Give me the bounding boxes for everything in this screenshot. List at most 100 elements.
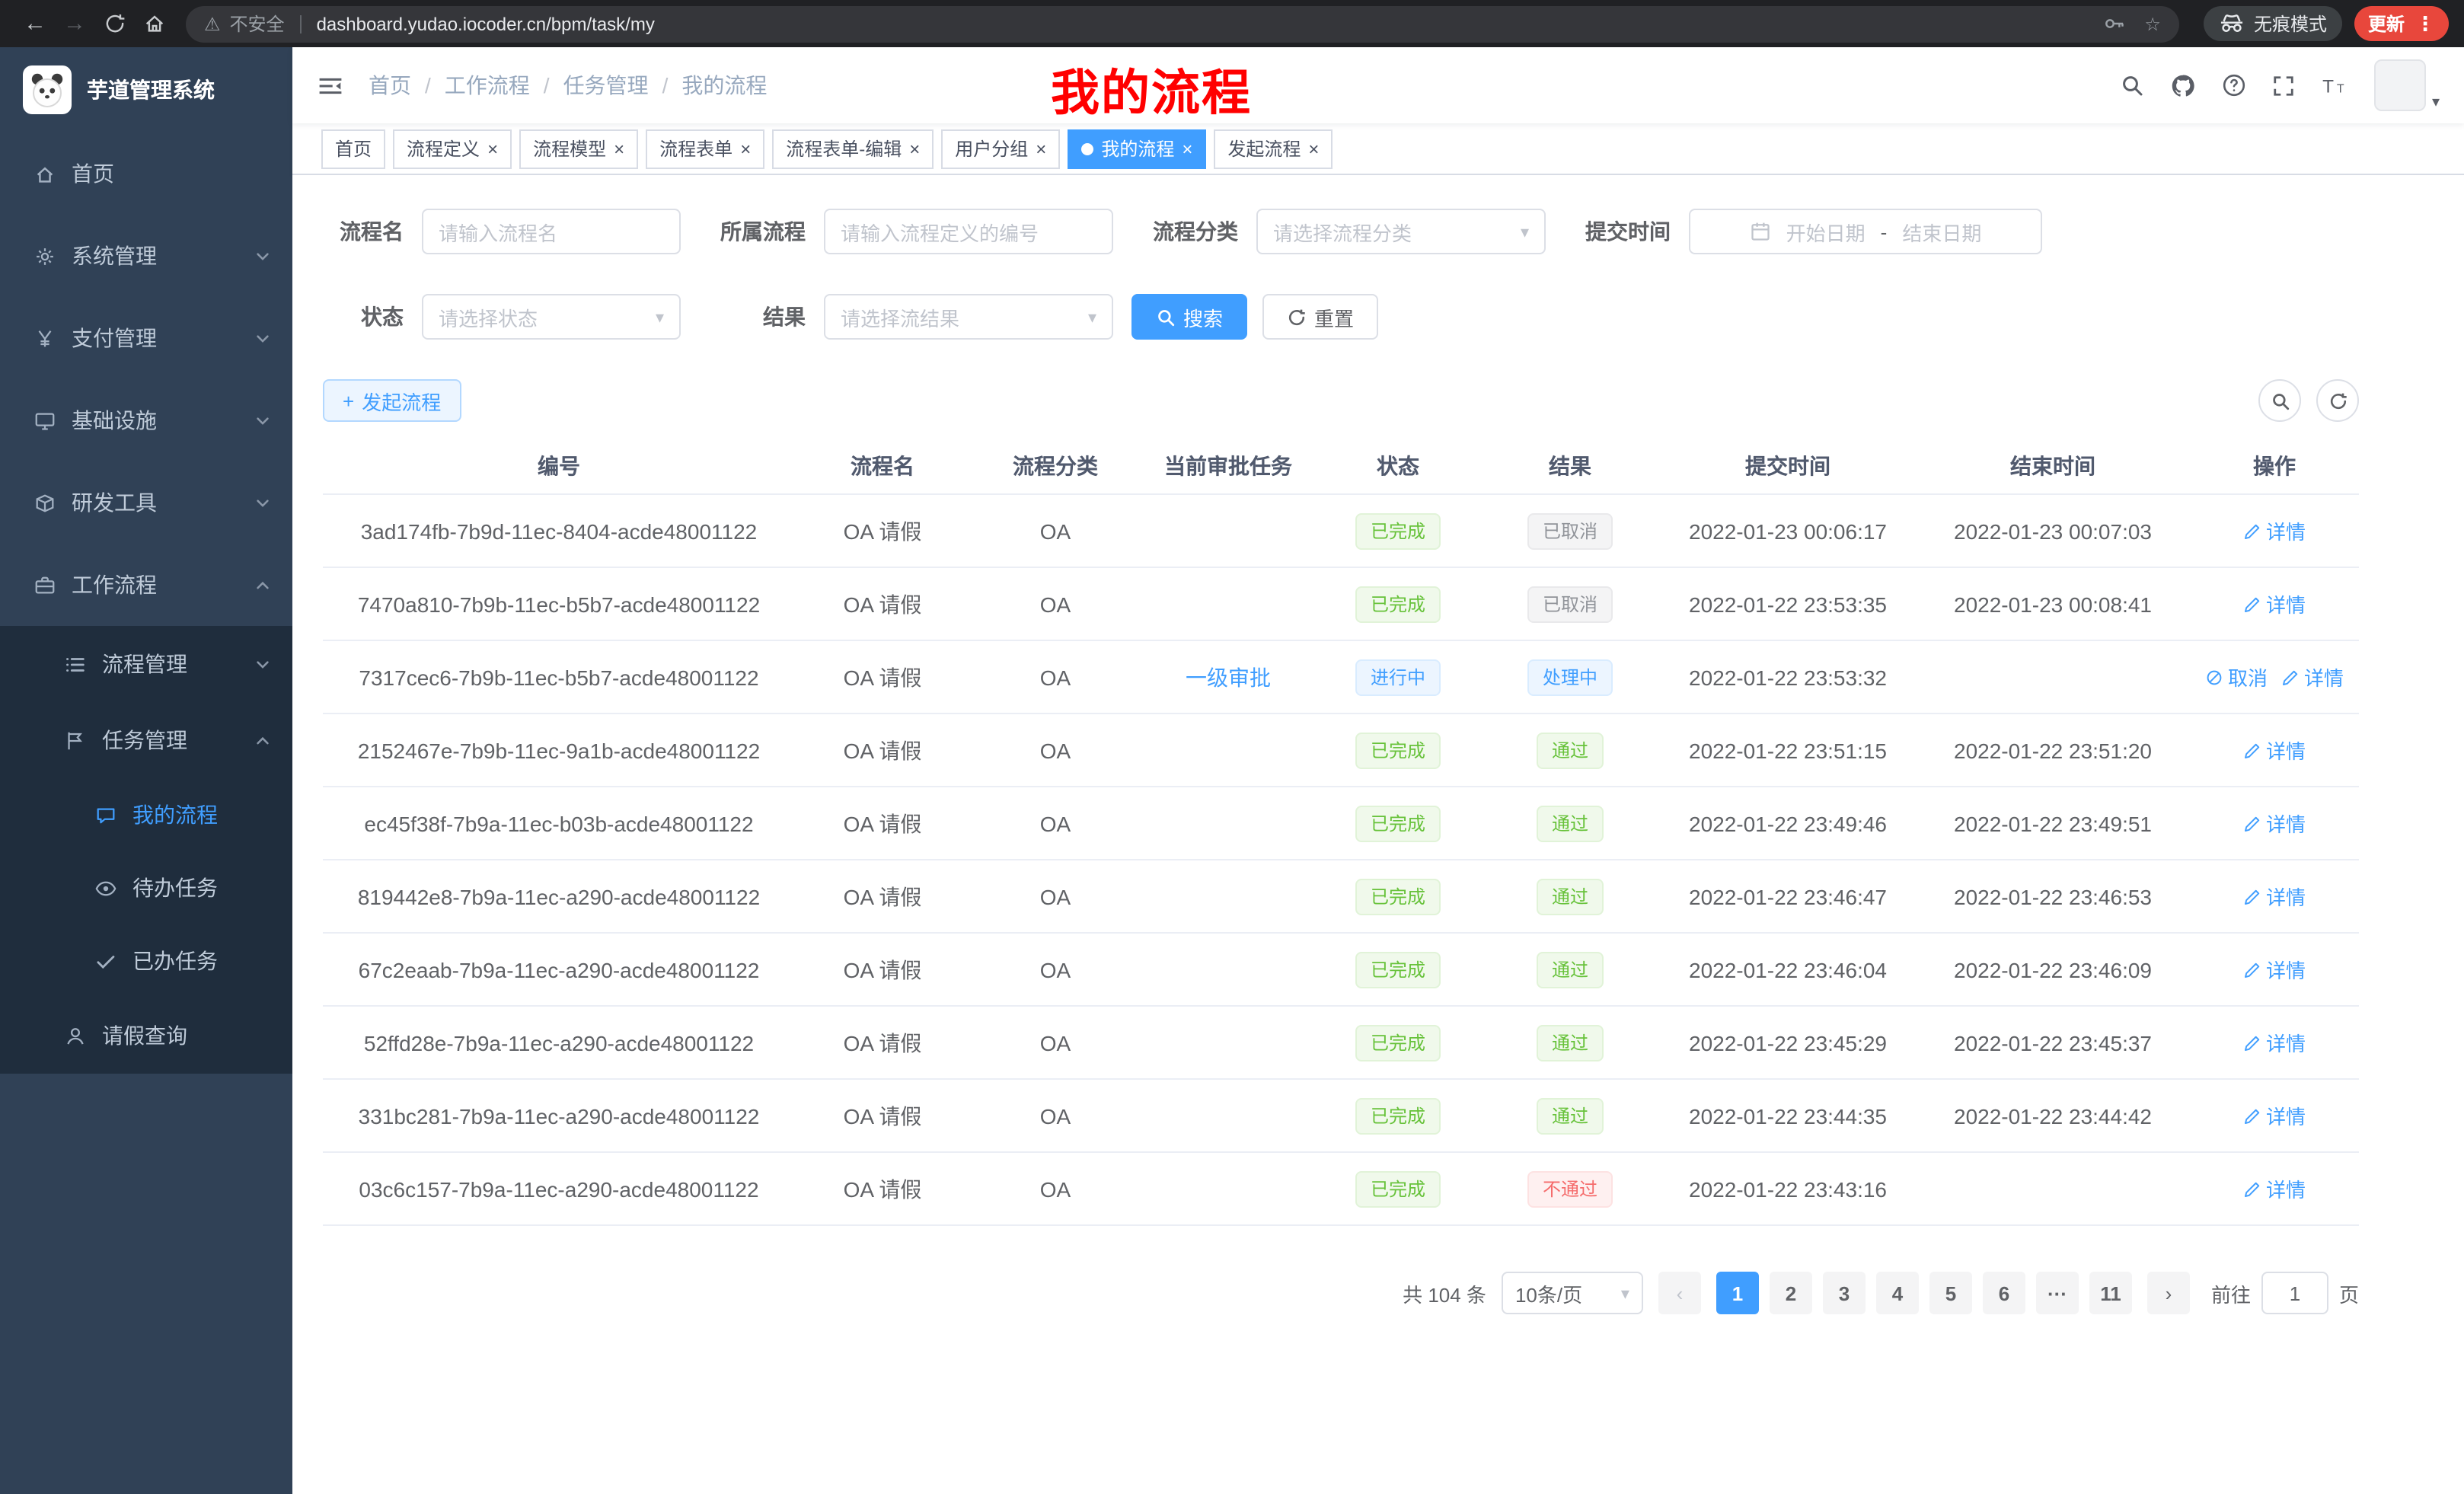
- column-header-2: 流程名: [795, 450, 970, 480]
- github-icon[interactable]: [2170, 72, 2196, 98]
- page-button-4[interactable]: 4: [1876, 1272, 1919, 1314]
- tab-7[interactable]: 我的流程 ×: [1068, 129, 1206, 168]
- refresh-button[interactable]: [2316, 379, 2359, 422]
- search-icon: [1156, 307, 1176, 327]
- row-submit-time: 2022-01-22 23:45:29: [1689, 1030, 1887, 1055]
- sidebar-item-3[interactable]: 支付管理: [0, 297, 292, 379]
- breadcrumb-item-3[interactable]: 任务管理: [563, 70, 649, 101]
- page-button-11[interactable]: 11: [2089, 1272, 2132, 1314]
- address-bar[interactable]: ⚠ 不安全 dashboard.yudao.iocoder.cn/bpm/tas…: [186, 5, 2179, 42]
- status-badge: 已完成: [1355, 1024, 1441, 1061]
- detail-link[interactable]: 详情: [2281, 662, 2344, 691]
- tab-4[interactable]: 流程表单 ×: [646, 129, 764, 168]
- sidebar-item-9[interactable]: 我的流程: [0, 778, 292, 851]
- breadcrumb-item-1[interactable]: 首页: [369, 70, 411, 101]
- date-range-picker[interactable]: 开始日期 - 结束日期: [1689, 209, 2042, 254]
- row-end-time: 2022-01-22 23:51:20: [1954, 738, 2152, 762]
- sidebar-item-12[interactable]: 请假查询: [0, 998, 292, 1074]
- row-id: 3ad174fb-7b9d-11ec-8404-acde48001122: [361, 519, 758, 543]
- detail-link[interactable]: 详情: [2243, 589, 2306, 618]
- close-icon[interactable]: ×: [909, 139, 920, 158]
- close-icon[interactable]: ×: [614, 139, 624, 158]
- close-icon[interactable]: ×: [1182, 139, 1192, 158]
- close-icon[interactable]: ×: [740, 139, 751, 158]
- sidebar-item-2[interactable]: 系统管理: [0, 215, 292, 297]
- page-button-5[interactable]: 5: [1929, 1272, 1972, 1314]
- search-icon[interactable]: [2120, 73, 2144, 97]
- sidebar-item-4[interactable]: 基础设施: [0, 379, 292, 461]
- result-badge: 通过: [1537, 1097, 1604, 1134]
- page-button-2[interactable]: 2: [1770, 1272, 1812, 1314]
- parent-process-input[interactable]: 请输入流程定义的编号: [824, 209, 1113, 254]
- detail-link[interactable]: 详情: [2243, 1174, 2306, 1203]
- detail-link[interactable]: 详情: [2243, 1028, 2306, 1057]
- tab-6[interactable]: 用户分组 ×: [941, 129, 1060, 168]
- page-button-6[interactable]: 6: [1983, 1272, 2025, 1314]
- sidebar-item-11[interactable]: 已办任务: [0, 924, 292, 998]
- cancel-link[interactable]: 取消: [2205, 662, 2268, 691]
- font-size-icon[interactable]: TT: [2321, 74, 2348, 97]
- sidebar-item-5[interactable]: 研发工具: [0, 461, 292, 544]
- hamburger-icon[interactable]: [317, 74, 344, 97]
- update-button[interactable]: 更新 ⋮: [2354, 6, 2449, 41]
- page-size-select[interactable]: 10条/页 ▾: [1502, 1272, 1643, 1314]
- start-process-button[interactable]: + 发起流程: [323, 379, 461, 422]
- table-header: 编号流程名流程分类当前审批任务状态结果提交时间结束时间操作: [323, 437, 2359, 495]
- sidebar-item-10[interactable]: 待办任务: [0, 851, 292, 924]
- tab-5[interactable]: 流程表单-编辑 ×: [772, 129, 934, 168]
- search-button[interactable]: 搜索: [1131, 294, 1247, 340]
- bookmark-star-icon[interactable]: ☆: [2144, 13, 2161, 34]
- search-toggle-button[interactable]: [2258, 379, 2301, 422]
- category-select[interactable]: 请选择流程分类 ▾: [1256, 209, 1546, 254]
- key-icon[interactable]: [2103, 12, 2126, 35]
- sidebar-item-7[interactable]: 流程管理: [0, 626, 292, 702]
- app-logo-row[interactable]: 芋道管理系统: [0, 47, 292, 132]
- forward-arrow-icon[interactable]: →: [55, 4, 94, 43]
- status-badge: 已完成: [1355, 732, 1441, 768]
- table-row: 331bc281-7b9a-11ec-a290-acde48001122 OA …: [323, 1080, 2359, 1153]
- warning-icon: ⚠: [204, 13, 221, 34]
- more-pages-button[interactable]: ···: [2036, 1272, 2079, 1314]
- process-name-input[interactable]: 请输入流程名: [422, 209, 681, 254]
- detail-link[interactable]: 详情: [2243, 955, 2306, 984]
- detail-link[interactable]: 详情: [2243, 809, 2306, 838]
- fullscreen-icon[interactable]: [2272, 74, 2295, 97]
- prev-page-button[interactable]: ‹: [1658, 1272, 1701, 1314]
- user-avatar[interactable]: ▾: [2374, 59, 2440, 111]
- tab-1[interactable]: 首页: [321, 129, 385, 168]
- detail-link[interactable]: 详情: [2243, 736, 2306, 765]
- reload-icon[interactable]: [94, 4, 134, 43]
- detail-link[interactable]: 详情: [2243, 516, 2306, 545]
- tab-8[interactable]: 发起流程 ×: [1214, 129, 1333, 168]
- back-arrow-icon[interactable]: ←: [15, 4, 55, 43]
- sidebar-item-8[interactable]: 任务管理: [0, 702, 292, 778]
- page-button-3[interactable]: 3: [1823, 1272, 1866, 1314]
- row-current-task-link[interactable]: 一级审批: [1186, 662, 1271, 692]
- breadcrumb-item-2[interactable]: 工作流程: [445, 70, 530, 101]
- tab-2[interactable]: 流程定义 ×: [393, 129, 512, 168]
- status-select[interactable]: 请选择状态 ▾: [422, 294, 681, 340]
- edit-icon: [2243, 595, 2261, 613]
- home-icon[interactable]: [134, 4, 174, 43]
- close-icon[interactable]: ×: [1036, 139, 1046, 158]
- more-menu-icon[interactable]: ⋮: [2415, 11, 2435, 36]
- detail-link[interactable]: 详情: [2243, 882, 2306, 911]
- page-button-1[interactable]: 1: [1716, 1272, 1759, 1314]
- chevron-down-icon: ▾: [1621, 1283, 1629, 1303]
- reset-button[interactable]: 重置: [1262, 294, 1378, 340]
- close-icon[interactable]: ×: [1308, 139, 1319, 158]
- sidebar-item-1[interactable]: 首页: [0, 132, 292, 215]
- tab-3[interactable]: 流程模型 ×: [519, 129, 638, 168]
- goto-page-input[interactable]: 1: [2261, 1272, 2328, 1314]
- table-row: 67c2eaab-7b9a-11ec-a290-acde48001122 OA …: [323, 934, 2359, 1007]
- close-icon[interactable]: ×: [487, 139, 498, 158]
- row-category: OA: [1040, 738, 1071, 762]
- sidebar-item-6[interactable]: 工作流程: [0, 544, 292, 626]
- row-id: 7470a810-7b9b-11ec-b5b7-acde48001122: [358, 592, 760, 616]
- row-end-time: 2022-01-23 00:07:03: [1954, 519, 2152, 543]
- result-select[interactable]: 请选择流结果 ▾: [824, 294, 1113, 340]
- row-submit-time: 2022-01-22 23:46:04: [1689, 957, 1887, 982]
- next-page-button[interactable]: ›: [2147, 1272, 2190, 1314]
- detail-link[interactable]: 详情: [2243, 1101, 2306, 1130]
- help-icon[interactable]: [2222, 73, 2246, 97]
